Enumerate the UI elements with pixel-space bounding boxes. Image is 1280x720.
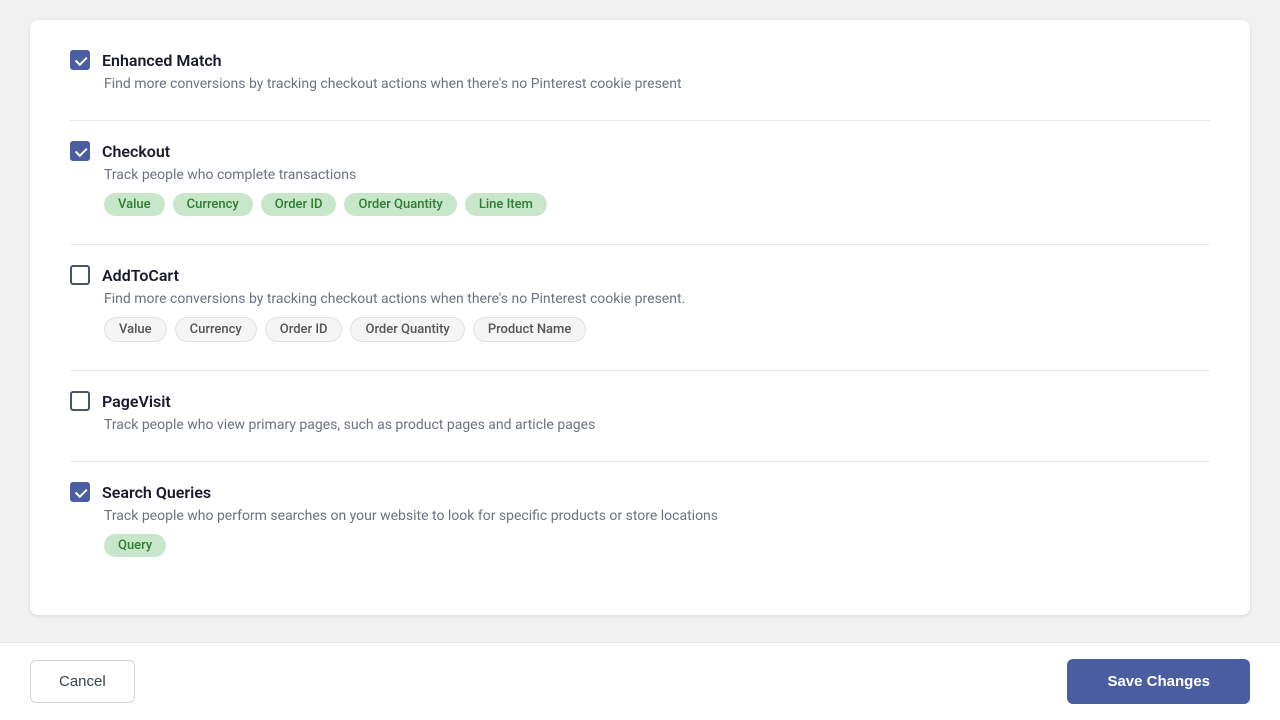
event-header-search-queries: Search Queries	[70, 482, 1210, 502]
checkbox-search-queries[interactable]	[70, 482, 90, 502]
checkbox-add-to-cart[interactable]	[70, 265, 90, 285]
checkbox-checkout[interactable]	[70, 141, 90, 161]
event-header-page-visit: PageVisit	[70, 391, 1210, 411]
event-item-add-to-cart: AddToCart Find more conversions by tracki…	[70, 265, 1210, 342]
events-card: Enhanced Match Find more conversions by t…	[30, 20, 1250, 615]
tag-currency: Currency	[173, 193, 253, 216]
event-header-enhanced-match: Enhanced Match	[70, 50, 1210, 70]
tag-order-id: Order ID	[261, 193, 337, 216]
event-item-enhanced-match: Enhanced Match Find more conversions by t…	[70, 50, 1210, 92]
divider	[70, 120, 1210, 121]
divider	[70, 244, 1210, 245]
event-title-add-to-cart: AddToCart	[102, 266, 179, 285]
tag-value: Value	[104, 317, 167, 342]
cancel-button[interactable]: Cancel	[30, 660, 135, 703]
tag-product-name: Product Name	[473, 317, 587, 342]
event-title-enhanced-match: Enhanced Match	[102, 51, 222, 70]
tag-order-quantity: Order Quantity	[344, 193, 456, 216]
tag-order-id: Order ID	[265, 317, 343, 342]
tags-row-add-to-cart: Value Currency Order ID Order Quantity Produ…	[104, 317, 1210, 342]
event-header-checkout: Checkout	[70, 141, 1210, 161]
footer: Cancel Save Changes	[0, 642, 1280, 720]
event-title-page-visit: PageVisit	[102, 392, 171, 411]
tags-row-search-queries: Query	[104, 534, 1210, 557]
event-item-search-queries: Search Queries Track people who perform s…	[70, 482, 1210, 557]
checkbox-page-visit[interactable]	[70, 391, 90, 411]
event-title-search-queries: Search Queries	[102, 483, 211, 502]
event-description-checkout: Track people who complete transactions	[104, 167, 1210, 183]
event-description-search-queries: Track people who perform searches on you…	[104, 508, 1210, 524]
divider	[70, 461, 1210, 462]
event-header-add-to-cart: AddToCart	[70, 265, 1210, 285]
tag-currency: Currency	[175, 317, 257, 342]
divider	[70, 370, 1210, 371]
tag-order-quantity: Order Quantity	[350, 317, 464, 342]
event-description-enhanced-match: Find more conversions by tracking checko…	[104, 76, 1210, 92]
save-changes-button[interactable]: Save Changes	[1067, 659, 1250, 704]
tag-value: Value	[104, 193, 165, 216]
event-item-checkout: Checkout Track people who complete transa…	[70, 141, 1210, 216]
tag-line-item: Line Item	[465, 193, 547, 216]
checkbox-enhanced-match[interactable]	[70, 50, 90, 70]
tags-row-checkout: Value Currency Order ID Order Quantity Line …	[104, 193, 1210, 216]
tag-query: Query	[104, 534, 166, 557]
event-description-add-to-cart: Find more conversions by tracking checko…	[104, 291, 1210, 307]
event-item-page-visit: PageVisit Track people who view primary p…	[70, 391, 1210, 433]
event-description-page-visit: Track people who view primary pages, suc…	[104, 417, 1210, 433]
event-title-checkout: Checkout	[102, 142, 170, 161]
